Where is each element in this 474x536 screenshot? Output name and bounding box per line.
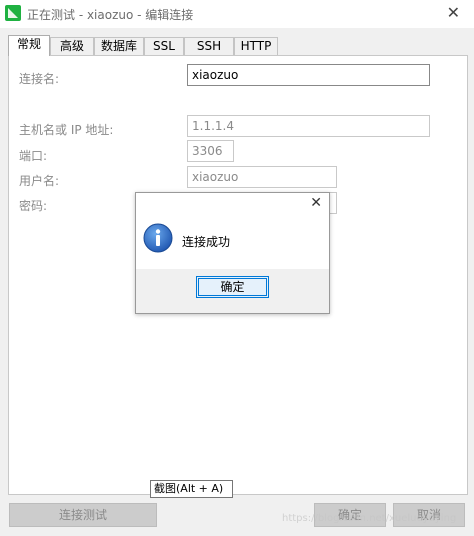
watermark: https://blog.csdn.net/xueluoyuying: [282, 513, 457, 524]
tab-databases[interactable]: 数据库: [94, 37, 144, 55]
edit-connection-window: 正在测试 - xiaozuo - 编辑连接 ✕ 常规 高级 数据库 SSL SS…: [0, 0, 474, 536]
window-close-icon[interactable]: ✕: [447, 3, 460, 22]
tab-ssl[interactable]: SSL: [144, 37, 184, 55]
host-label: 主机名或 IP 地址:: [19, 123, 114, 137]
tab-http[interactable]: HTTP: [234, 37, 278, 55]
success-dialog: ✕ 连接成功 确定: [135, 192, 330, 314]
username-label: 用户名:: [19, 174, 60, 188]
tab-general[interactable]: 常规: [8, 35, 50, 56]
username-input[interactable]: xiaozuo: [187, 166, 337, 188]
connection-name-input[interactable]: xiaozuo: [187, 64, 430, 86]
port-label: 端口:: [19, 149, 48, 163]
connection-name-label: 连接名:: [19, 72, 60, 86]
port-input[interactable]: 3306: [187, 140, 234, 162]
window-title: 正在测试 - xiaozuo - 编辑连接: [27, 8, 194, 22]
test-connection-button[interactable]: 连接测试: [9, 503, 157, 527]
tab-ssh[interactable]: SSH: [184, 37, 234, 55]
host-input[interactable]: 1.1.1.4: [187, 115, 430, 137]
info-icon: [143, 223, 173, 253]
dialog-close-icon[interactable]: ✕: [310, 195, 322, 211]
password-label: 密码:: [19, 199, 48, 213]
dialog-ok-button[interactable]: 确定: [196, 276, 269, 298]
app-logo-icon: [5, 5, 21, 21]
tab-advanced[interactable]: 高级: [50, 37, 94, 55]
dialog-title-bar[interactable]: ✕: [136, 193, 329, 219]
dialog-body: 连接成功: [136, 219, 329, 269]
title-bar[interactable]: 正在测试 - xiaozuo - 编辑连接 ✕: [0, 0, 474, 28]
screenshot-tooltip: 截图(Alt + A): [150, 480, 233, 498]
dialog-message: 连接成功: [182, 235, 231, 249]
